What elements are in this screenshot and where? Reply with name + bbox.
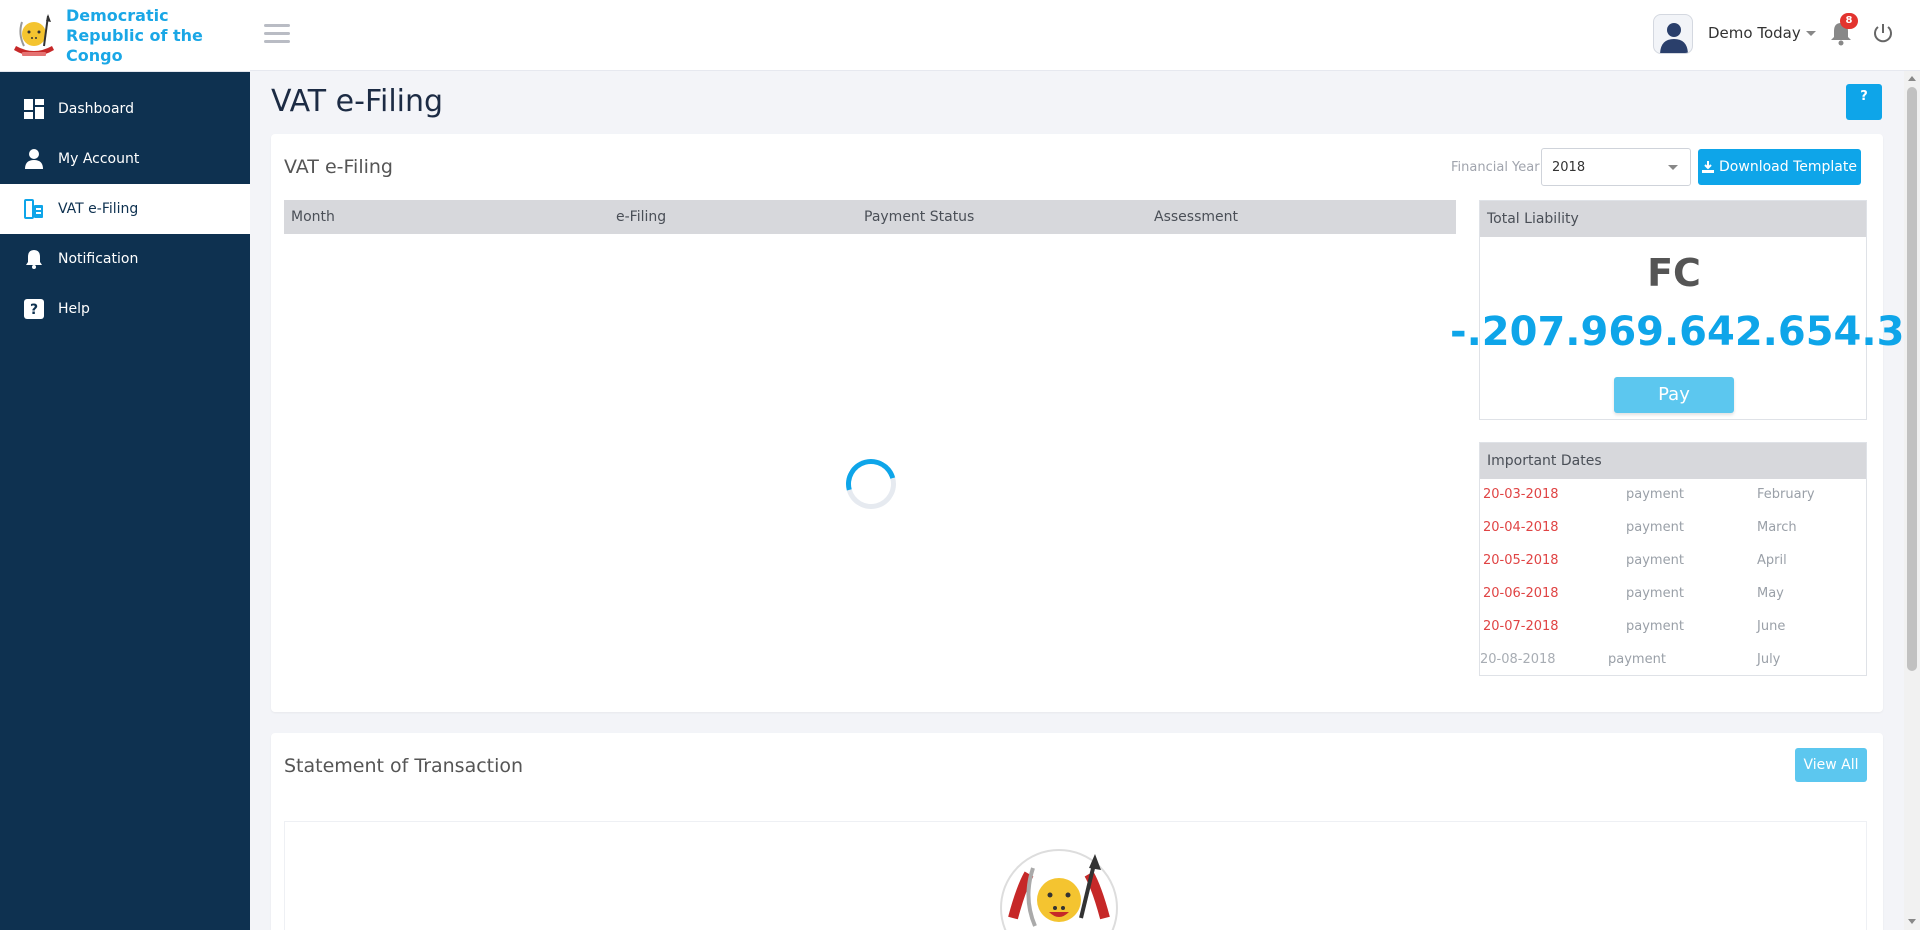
menu-toggle-icon[interactable] [264,24,290,46]
column-header-efiling[interactable]: e-Filing [616,209,666,225]
scroll-down-icon[interactable] [1908,919,1916,924]
coat-of-arms-emblem [1000,849,1118,930]
pay-button[interactable]: Pay [1614,377,1734,413]
efiling-table-header: Month e-Filing Payment Status Assessment [284,200,1456,234]
total-liability-title: Total Liability [1480,201,1866,237]
date-value: 20-07-2018 [1483,619,1559,634]
help-button[interactable]: ? [1846,84,1882,120]
sidebar-item-label: Notification [58,251,139,267]
column-header-payment-status[interactable]: Payment Status [864,209,974,225]
list-item: 20-06-2018 payment May [1480,578,1866,611]
notification-count-badge: 8 [1840,13,1858,29]
brand[interactable]: Democratic Republic of the Congo [0,0,250,72]
svg-text:?: ? [30,302,38,318]
chevron-down-icon[interactable] [1806,31,1816,36]
total-liability-panel: Total Liability FC -.207.969.642.654.332… [1450,200,1920,420]
date-month: February [1757,487,1815,502]
date-value: 20-03-2018 [1483,487,1559,502]
user-name[interactable]: Demo Today [1708,24,1801,42]
column-header-month[interactable]: Month [291,209,335,225]
brand-line-1: Democratic [66,5,169,25]
efiling-card: VAT e-Filing Financial Year 2018 Downloa… [271,134,1920,712]
sidebar-item-dashboard[interactable]: Dashboard [0,84,250,134]
sidebar-item-label: Help [58,301,90,317]
view-all-button[interactable]: View All [1795,748,1867,782]
date-month: May [1757,586,1784,601]
question-icon: ? [24,299,44,319]
sidebar: Democratic Republic of the Congo Dashboa… [0,0,250,930]
financial-year-label: Financial Year [1451,160,1540,175]
user-icon [24,149,44,169]
list-item: 20-08-2018 payment July [1480,644,1866,675]
date-type: payment [1626,553,1684,568]
statement-card-title: Statement of Transaction [284,755,524,777]
scroll-up-icon[interactable] [1908,76,1916,81]
financial-year-select[interactable]: 2018 [1541,148,1691,186]
liability-currency: FC [1647,251,1701,295]
date-month: July [1757,652,1781,667]
download-template-button[interactable]: Download Template [1698,149,1861,185]
sidebar-item-label: VAT e-Filing [58,201,139,217]
date-value: 20-06-2018 [1483,586,1559,601]
scroll-thumb[interactable] [1907,87,1917,671]
download-template-label: Download Template [1719,159,1857,175]
statement-card: Statement of Transaction View All [271,733,1883,930]
sidebar-item-vat-efiling[interactable]: VAT e-Filing [0,184,250,234]
dashboard-grid-icon [24,99,44,119]
efiling-card-title: VAT e-Filing [284,156,393,178]
page-scrollbar[interactable] [1904,71,1920,930]
date-month: June [1757,619,1786,634]
sidebar-item-label: My Account [58,151,140,167]
date-type: payment [1626,586,1684,601]
topbar: Demo Today 8 [250,0,1920,71]
chevron-down-icon [1668,165,1678,170]
date-month: April [1757,553,1787,568]
coat-of-arms-logo [14,13,54,56]
date-month: March [1757,520,1797,535]
list-item: 20-05-2018 payment April [1480,545,1866,578]
date-type: payment [1626,619,1684,634]
download-icon [1702,161,1715,173]
date-type: payment [1626,487,1684,502]
date-value: 20-08-2018 [1480,652,1556,667]
column-header-assessment[interactable]: Assessment [1154,209,1238,225]
date-type: payment [1608,652,1666,667]
date-value: 20-05-2018 [1483,553,1559,568]
date-value: 20-04-2018 [1483,520,1559,535]
sidebar-item-notification[interactable]: Notification [0,234,250,284]
power-icon[interactable] [1872,22,1894,44]
liability-amount: -.207.969.642.654.332 [1450,309,1920,355]
sidebar-nav: Dashboard My Account VAT e-Filing Notifi… [0,72,250,334]
financial-year-value: 2018 [1552,160,1586,175]
important-dates-title: Important Dates [1480,443,1866,479]
sidebar-item-label: Dashboard [58,101,134,117]
brand-line-2: Republic of the Congo [66,25,203,65]
document-icon [24,199,44,219]
avatar[interactable] [1653,14,1693,54]
sidebar-item-my-account[interactable]: My Account [0,134,250,184]
bell-icon [24,249,44,269]
statement-content [284,821,1867,930]
list-item: 20-03-2018 payment February [1480,479,1866,512]
sidebar-item-help[interactable]: ? Help [0,284,250,334]
page-title: VAT e-Filing [271,84,444,119]
loading-spinner [836,449,906,519]
list-item: 20-07-2018 payment June [1480,611,1866,644]
list-item: 20-04-2018 payment March [1480,512,1866,545]
date-type: payment [1626,520,1684,535]
important-dates-panel: Important Dates 20-03-2018 payment Febru… [1479,442,1867,676]
